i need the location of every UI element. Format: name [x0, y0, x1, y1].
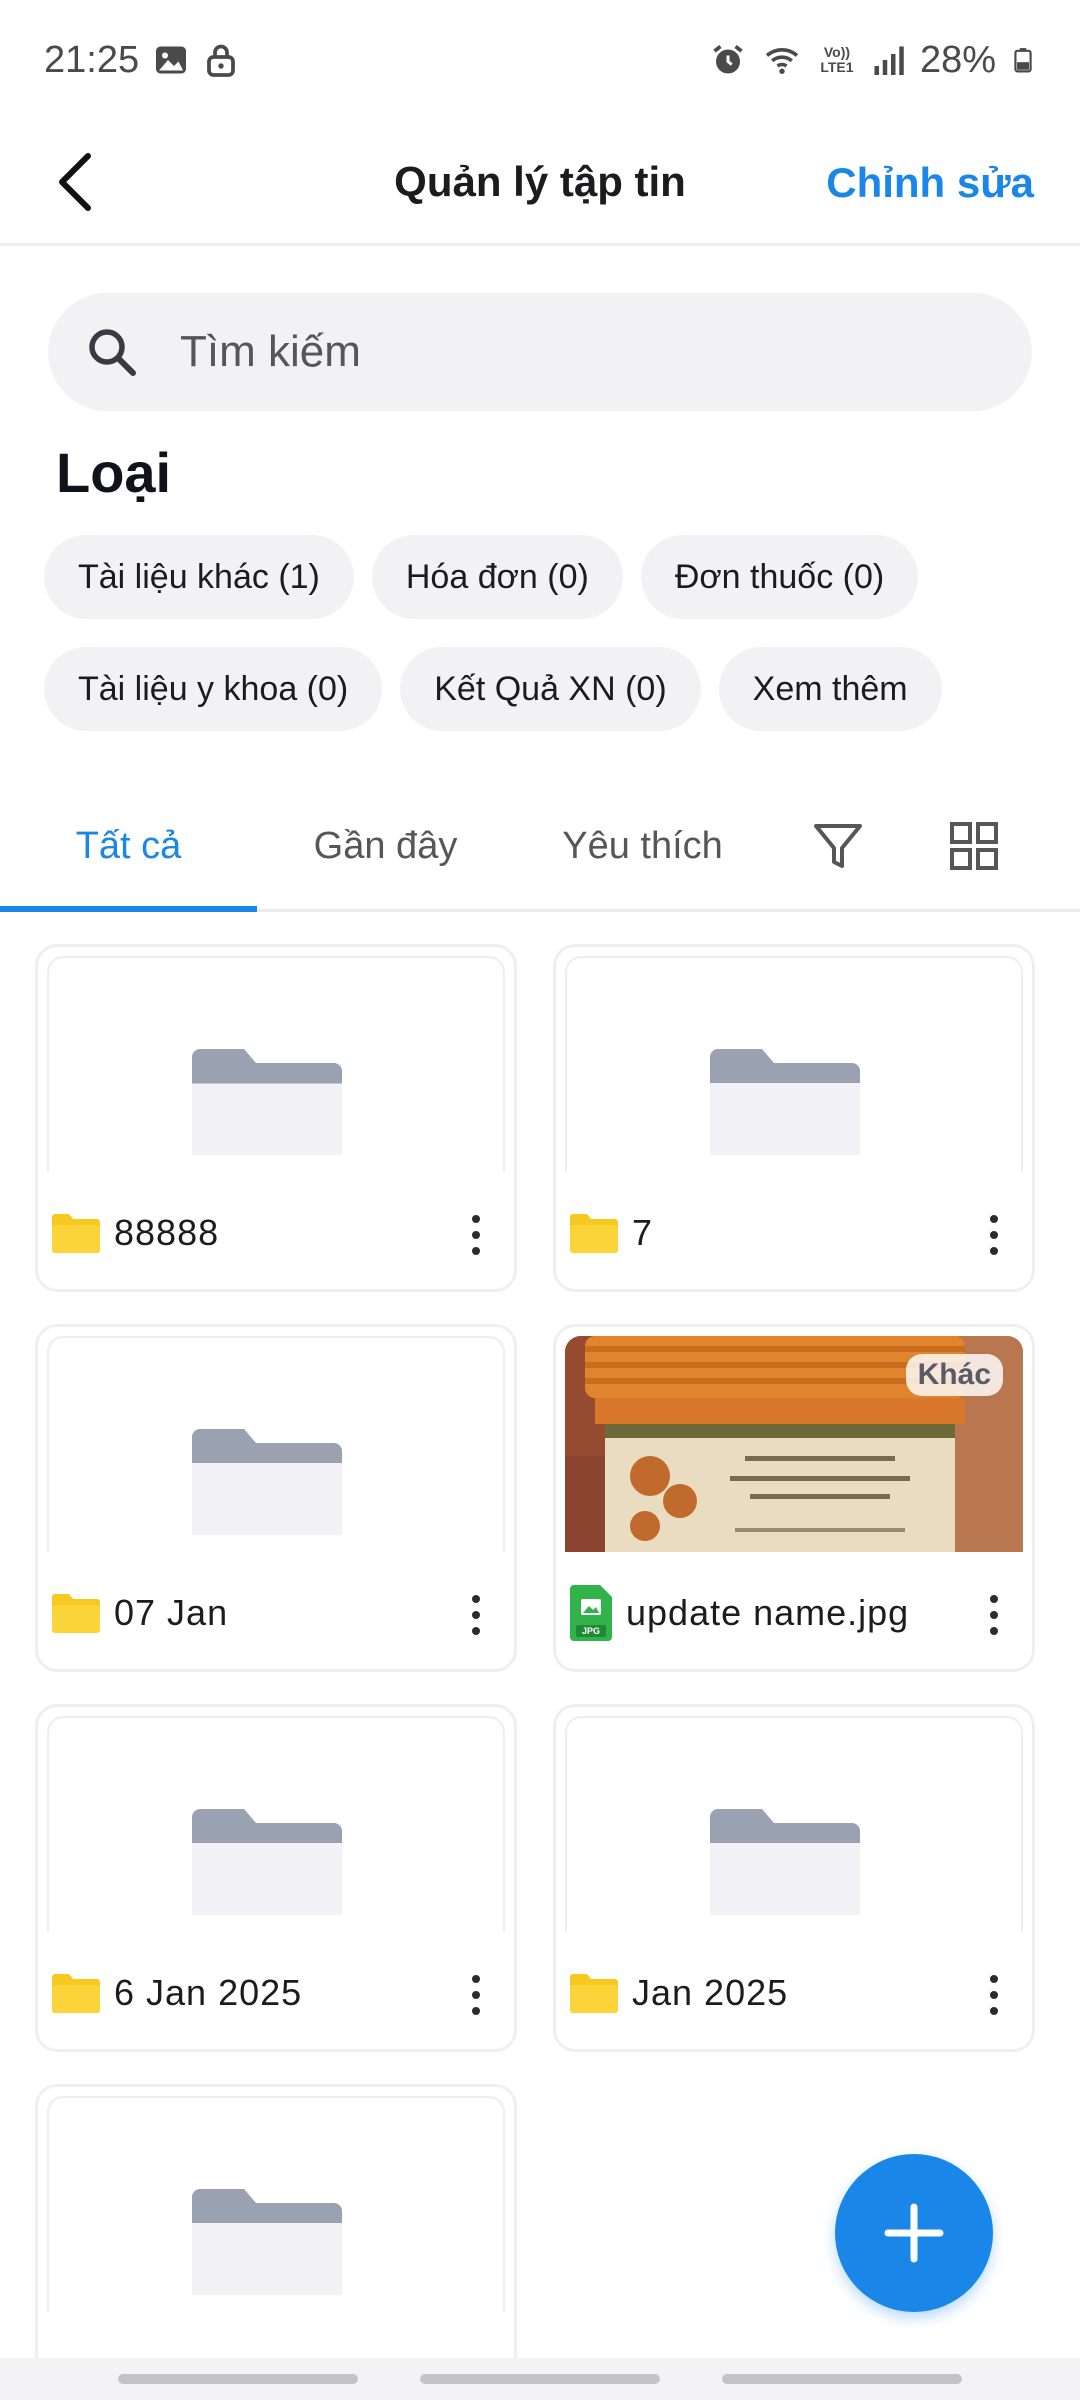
- folder-icon: [52, 1594, 100, 1633]
- network-label: Vo)) LTE1: [820, 44, 854, 75]
- folder-card[interactable]: 88888: [35, 944, 517, 1292]
- folder-icon: [570, 1974, 618, 2013]
- filter-icon[interactable]: [808, 816, 868, 876]
- alarm-icon: [713, 45, 743, 74]
- item-name: 07 Jan: [114, 1592, 229, 1633]
- file-card[interactable]: Khác JPG update name.jpg: [553, 1324, 1035, 1672]
- folder-card[interactable]: Jan 2025: [553, 1704, 1035, 2052]
- more-vertical-icon[interactable]: [468, 1975, 484, 2015]
- chip-prescriptions[interactable]: Đơn thuốc (0): [640, 535, 919, 619]
- folder-thumbnail: [47, 1716, 505, 1932]
- item-name: update name.jpg: [626, 1592, 910, 1633]
- more-vertical-icon[interactable]: [468, 1215, 484, 1255]
- tab-favorites[interactable]: Yêu thích: [514, 780, 771, 912]
- image-thumbnail: Khác: [565, 1336, 1023, 1552]
- system-nav-bar: [0, 2358, 1080, 2400]
- gallery-icon: [156, 46, 187, 74]
- nav-back-button[interactable]: [722, 2374, 962, 2384]
- category-title: Loại: [56, 441, 172, 504]
- folder-icon: [52, 1214, 100, 1253]
- battery-percent: 28%: [919, 38, 996, 81]
- folder-thumbnail: [47, 2096, 505, 2312]
- jpg-file-icon: JPG: [570, 1585, 612, 1641]
- more-vertical-icon[interactable]: [986, 1215, 1002, 1255]
- folder-icon: [570, 1214, 618, 1253]
- category-chips-row-1: Tài liệu khác (1) Hóa đơn (0) Đơn thuốc …: [44, 535, 919, 619]
- card-footer: 88888: [38, 1175, 514, 1289]
- card-footer: [38, 2315, 514, 2358]
- search-bar[interactable]: [48, 293, 1032, 411]
- folder-icon: [710, 1049, 860, 1155]
- category-chips-row-2: Tài liệu y khoa (0) Kết Quả XN (0) Xem t…: [44, 647, 942, 731]
- folder-icon: [192, 1809, 342, 1915]
- item-name: Jan 2025: [632, 1972, 789, 2013]
- folder-thumbnail: [565, 956, 1023, 1172]
- item-name: 6 Jan 2025: [114, 1972, 303, 2013]
- item-name: 7: [632, 1212, 654, 1253]
- nav-home-button[interactable]: [420, 2374, 660, 2384]
- folder-card[interactable]: [35, 2084, 517, 2358]
- nav-recents-button[interactable]: [118, 2374, 358, 2384]
- status-time: 21:25: [44, 38, 140, 81]
- search-input[interactable]: [180, 327, 960, 377]
- search-icon: [89, 329, 136, 376]
- lock-icon: [207, 44, 235, 77]
- tab-recent[interactable]: Gần đây: [257, 780, 514, 912]
- folder-icon: [52, 1974, 100, 2013]
- signal-icon: [874, 46, 904, 75]
- folder-thumbnail: [47, 1336, 505, 1552]
- chip-test-results[interactable]: Kết Quả XN (0): [400, 647, 701, 731]
- folder-icon: [192, 2189, 342, 2295]
- folder-thumbnail: [47, 956, 505, 1172]
- status-bar: 21:25 Vo)) LTE1 28%: [0, 0, 1080, 120]
- folder-icon: [710, 1809, 860, 1915]
- tab-bar: Tất cả Gần đây Yêu thích: [0, 780, 1080, 912]
- item-name: 88888: [114, 1212, 220, 1253]
- folder-card[interactable]: 6 Jan 2025: [35, 1704, 517, 2052]
- card-footer: 07 Jan: [38, 1555, 514, 1669]
- folder-icon: [192, 1429, 342, 1535]
- tab-all[interactable]: Tất cả: [0, 780, 257, 912]
- more-vertical-icon[interactable]: [986, 1975, 1002, 2015]
- folder-card[interactable]: 7: [553, 944, 1035, 1292]
- chip-invoices[interactable]: Hóa đơn (0): [371, 535, 623, 619]
- category-badge: Khác: [905, 1354, 1003, 1396]
- edit-button[interactable]: Chỉnh sửa: [826, 144, 1034, 222]
- folder-card[interactable]: 07 Jan: [35, 1324, 517, 1672]
- more-vertical-icon[interactable]: [468, 1595, 484, 1635]
- plus-icon: [884, 2203, 944, 2263]
- wifi-icon: [765, 48, 799, 74]
- battery-icon: [1014, 48, 1032, 73]
- chip-see-more[interactable]: Xem thêm: [718, 647, 942, 731]
- more-vertical-icon[interactable]: [986, 1595, 1002, 1635]
- chip-medical-documents[interactable]: Tài liệu y khoa (0): [44, 647, 383, 731]
- folder-thumbnail: [565, 1716, 1023, 1932]
- card-footer: Jan 2025: [556, 1935, 1032, 2049]
- grid-view-icon[interactable]: [944, 816, 1004, 876]
- app-header: Quản lý tập tin Chỉnh sửa: [0, 120, 1080, 246]
- file-type-tag: JPG: [581, 1626, 600, 1636]
- card-footer: JPG update name.jpg: [556, 1555, 1032, 1669]
- folder-icon: [192, 1049, 342, 1155]
- card-footer: 7: [556, 1175, 1032, 1289]
- card-footer: 6 Jan 2025: [38, 1935, 514, 2049]
- add-button[interactable]: [835, 2154, 993, 2312]
- active-tab-indicator: [0, 906, 257, 912]
- chip-other-documents[interactable]: Tài liệu khác (1): [44, 535, 354, 619]
